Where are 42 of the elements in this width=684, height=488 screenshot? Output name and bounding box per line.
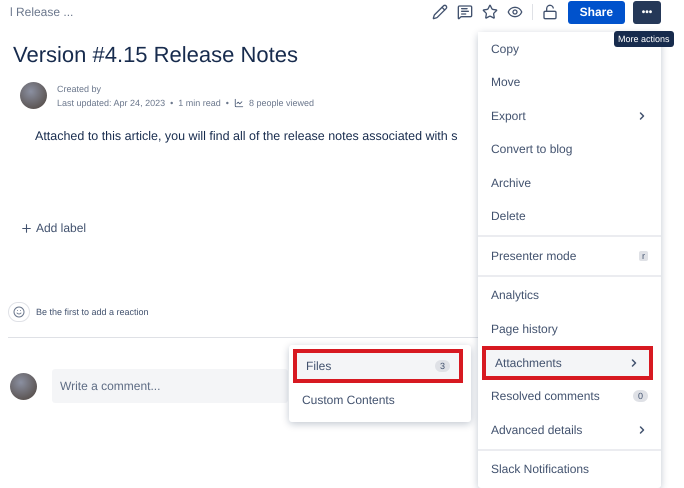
tooltip: More actions	[614, 31, 674, 47]
reaction-prompt: Be the first to add a reaction	[36, 307, 149, 317]
separator-dot: •	[226, 98, 229, 108]
menu-item[interactable]: Slack Notifications	[491, 462, 648, 476]
plus-icon	[20, 222, 33, 234]
smiley-icon	[13, 306, 25, 318]
menu-item[interactable]: Advanced details	[491, 422, 636, 437]
read-time-text: 1 min read	[178, 98, 221, 108]
body-text: Attached to this article, you will find all of the release notes associated with s	[35, 129, 458, 143]
menu-item[interactable]: Page history	[491, 322, 648, 336]
edit-icon[interactable]	[432, 4, 448, 20]
breadcrumb[interactable]: l Release ...	[10, 5, 74, 19]
count-badge: 0	[632, 390, 648, 402]
menu-item[interactable]: Convert to blog	[491, 142, 648, 156]
menu-item[interactable]: Files	[306, 359, 435, 373]
menu-item[interactable]: Custom Contents	[302, 392, 458, 406]
menu-item[interactable]: Analytics	[491, 288, 648, 302]
page-title: Version #4.15 Release Notes	[13, 42, 298, 68]
menu-item[interactable]: Export	[491, 108, 636, 123]
menu-item[interactable]: Archive	[491, 176, 648, 190]
avatar	[10, 372, 37, 400]
chart-icon	[234, 98, 244, 108]
last-updated-text: Last updated: Apr 24, 2023	[57, 98, 166, 108]
comment-icon[interactable]	[456, 4, 473, 20]
star-icon[interactable]	[482, 4, 498, 20]
menu-item[interactable]: Delete	[491, 209, 648, 224]
add-label-button[interactable]: Add label	[20, 221, 86, 235]
share-button[interactable]: Share	[568, 0, 625, 24]
avatar	[20, 82, 47, 109]
eye-icon[interactable]	[506, 4, 523, 20]
menu-item[interactable]: Move	[491, 75, 648, 90]
views-text: 8 people viewed	[248, 98, 314, 108]
add-reaction-button[interactable]	[8, 302, 30, 322]
separator-dot: •	[170, 98, 174, 108]
more-actions-button[interactable]: •••	[633, 0, 661, 24]
unlocked-icon[interactable]	[542, 4, 558, 20]
comment-field[interactable]: Write a comment...	[52, 369, 288, 403]
count-badge: 3	[434, 360, 450, 372]
menu-item[interactable]: Presenter mode	[491, 248, 639, 263]
created-by-label: Created by	[57, 84, 102, 94]
menu-item[interactable]: Resolved comments	[491, 389, 633, 404]
keyboard-shortcut: r	[639, 250, 648, 261]
